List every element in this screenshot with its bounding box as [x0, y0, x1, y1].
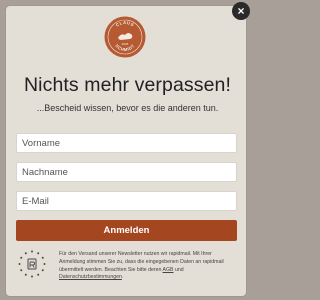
agb-link[interactable]: AGB — [163, 267, 174, 273]
modal-subheading: ...Bescheid wissen, bevor es die anderen… — [36, 103, 219, 113]
logo-text-inner: 2026 — [122, 42, 129, 46]
rapidmail-badge-icon — [17, 249, 47, 279]
privacy-notice-text: Für den Versand unserer Newsletter nutze… — [59, 251, 224, 273]
last-name-field[interactable] — [16, 162, 237, 182]
privacy-notice-end: . — [121, 274, 124, 281]
subscribe-button[interactable]: Anmelden — [16, 220, 237, 241]
brand-logo: CLAUS SCHMIDT 2026 — [104, 16, 146, 58]
close-icon[interactable]: × — [237, 4, 244, 18]
email-field[interactable] — [16, 191, 237, 211]
privacy-policy-link[interactable]: Datenschutzbestimmungen — [59, 274, 122, 280]
close-button[interactable]: × — [232, 2, 250, 20]
privacy-notice-conjunction: und — [173, 266, 184, 273]
modal-heading: Nichts mehr verpassen! — [23, 74, 232, 96]
first-name-field[interactable] — [16, 133, 237, 153]
privacy-notice: Für den Versand unserer Newsletter nutze… — [59, 251, 239, 282]
